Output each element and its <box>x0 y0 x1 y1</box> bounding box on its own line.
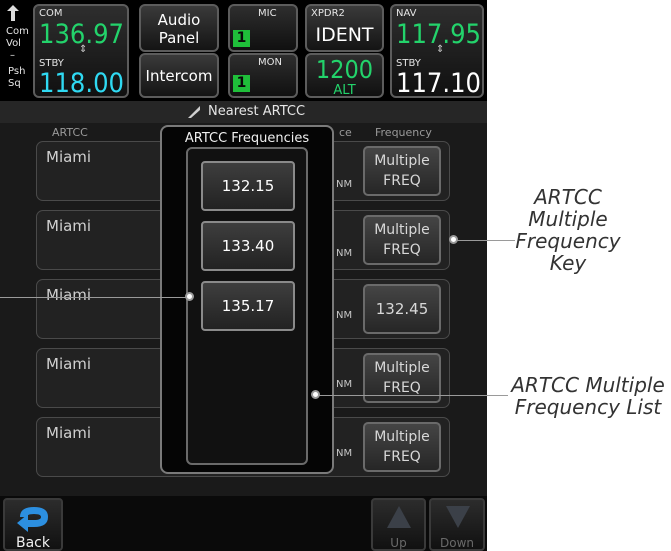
nav-standby-frequency: 117.10 <box>396 68 481 99</box>
device-screen: Com Vol – Psh Sq COM 136.97 ⇕ STBY 118.00 … <box>0 0 487 551</box>
callout-multiple-frequency-key: ARTCC Multiple Frequency Key <box>515 185 621 275</box>
radio-status-bar: Com Vol – Psh Sq COM 136.97 ⇕ STBY 118.00 … <box>0 0 487 101</box>
column-header-frequency: Frequency <box>375 126 432 139</box>
page-title: Nearest ARTCC <box>208 104 306 119</box>
leader-dot <box>311 390 320 399</box>
down-button[interactable]: Down <box>429 498 485 551</box>
intercom-button[interactable]: Intercom <box>139 53 219 98</box>
frequency-list-item[interactable]: 133.40 <box>201 221 295 271</box>
frequency-list[interactable]: 132.15 133.40 135.17 <box>186 147 308 465</box>
popup-title: ARTCC Frequencies <box>184 131 310 146</box>
com-vol-label: Com Vol <box>6 26 29 49</box>
up-button[interactable]: Up <box>371 498 426 551</box>
multiple-freq-button[interactable]: Multiple FREQ <box>363 215 441 265</box>
list-item-leader-line <box>0 297 188 298</box>
nav-swap-icon: ⇕ <box>436 44 445 55</box>
frequency-list-item[interactable]: 135.17 <box>201 281 295 331</box>
page-title-bar: Nearest ARTCC <box>0 101 487 123</box>
mic-value-box: 1 <box>233 30 250 47</box>
com-radio-box[interactable]: COM 136.97 ⇕ STBY 118.00 <box>33 4 129 99</box>
frequency-button[interactable]: 132.45 <box>363 284 441 334</box>
list-leader-line <box>317 395 508 396</box>
up-arrow-icon <box>387 506 411 528</box>
audio-panel-button[interactable]: Audio Panel <box>139 4 219 52</box>
mic-selector[interactable]: MIC 1 <box>228 4 298 52</box>
swap-icon: ⇕ <box>79 44 88 55</box>
frequency-list-item[interactable]: 132.15 <box>201 161 295 211</box>
column-header-artcc: ARTCC <box>52 126 88 139</box>
multiple-freq-button[interactable]: Multiple FREQ <box>363 146 441 196</box>
mon-selector[interactable]: MON 1 <box>228 53 298 98</box>
xpdr-ident-button[interactable]: XPDR2 IDENT <box>305 4 384 52</box>
key-leader-line <box>455 240 515 241</box>
column-header-distance: ce <box>339 126 352 139</box>
nav-radio-box[interactable]: NAV 117.95 ⇕ STBY 117.10 <box>390 4 484 99</box>
psh-sq-label: Psh Sq <box>8 66 26 89</box>
callout-multiple-frequency-list: ARTCC Multiple Frequency List <box>511 373 665 419</box>
back-button[interactable]: Back <box>3 498 63 551</box>
xpdr-code-box[interactable]: 1200 ALT <box>305 53 384 98</box>
down-arrow-icon <box>446 506 470 528</box>
artcc-icon <box>188 106 200 118</box>
leader-dot <box>449 235 458 244</box>
multiple-freq-button[interactable]: Multiple FREQ <box>363 422 441 472</box>
squawk-code: 1200 <box>315 55 374 84</box>
mon-value-box: 1 <box>233 75 250 92</box>
back-arrow-icon <box>17 507 48 532</box>
com-volume-arrow-icon <box>7 5 19 21</box>
com-standby-frequency: 118.00 <box>39 68 124 99</box>
leader-dot <box>185 292 194 301</box>
